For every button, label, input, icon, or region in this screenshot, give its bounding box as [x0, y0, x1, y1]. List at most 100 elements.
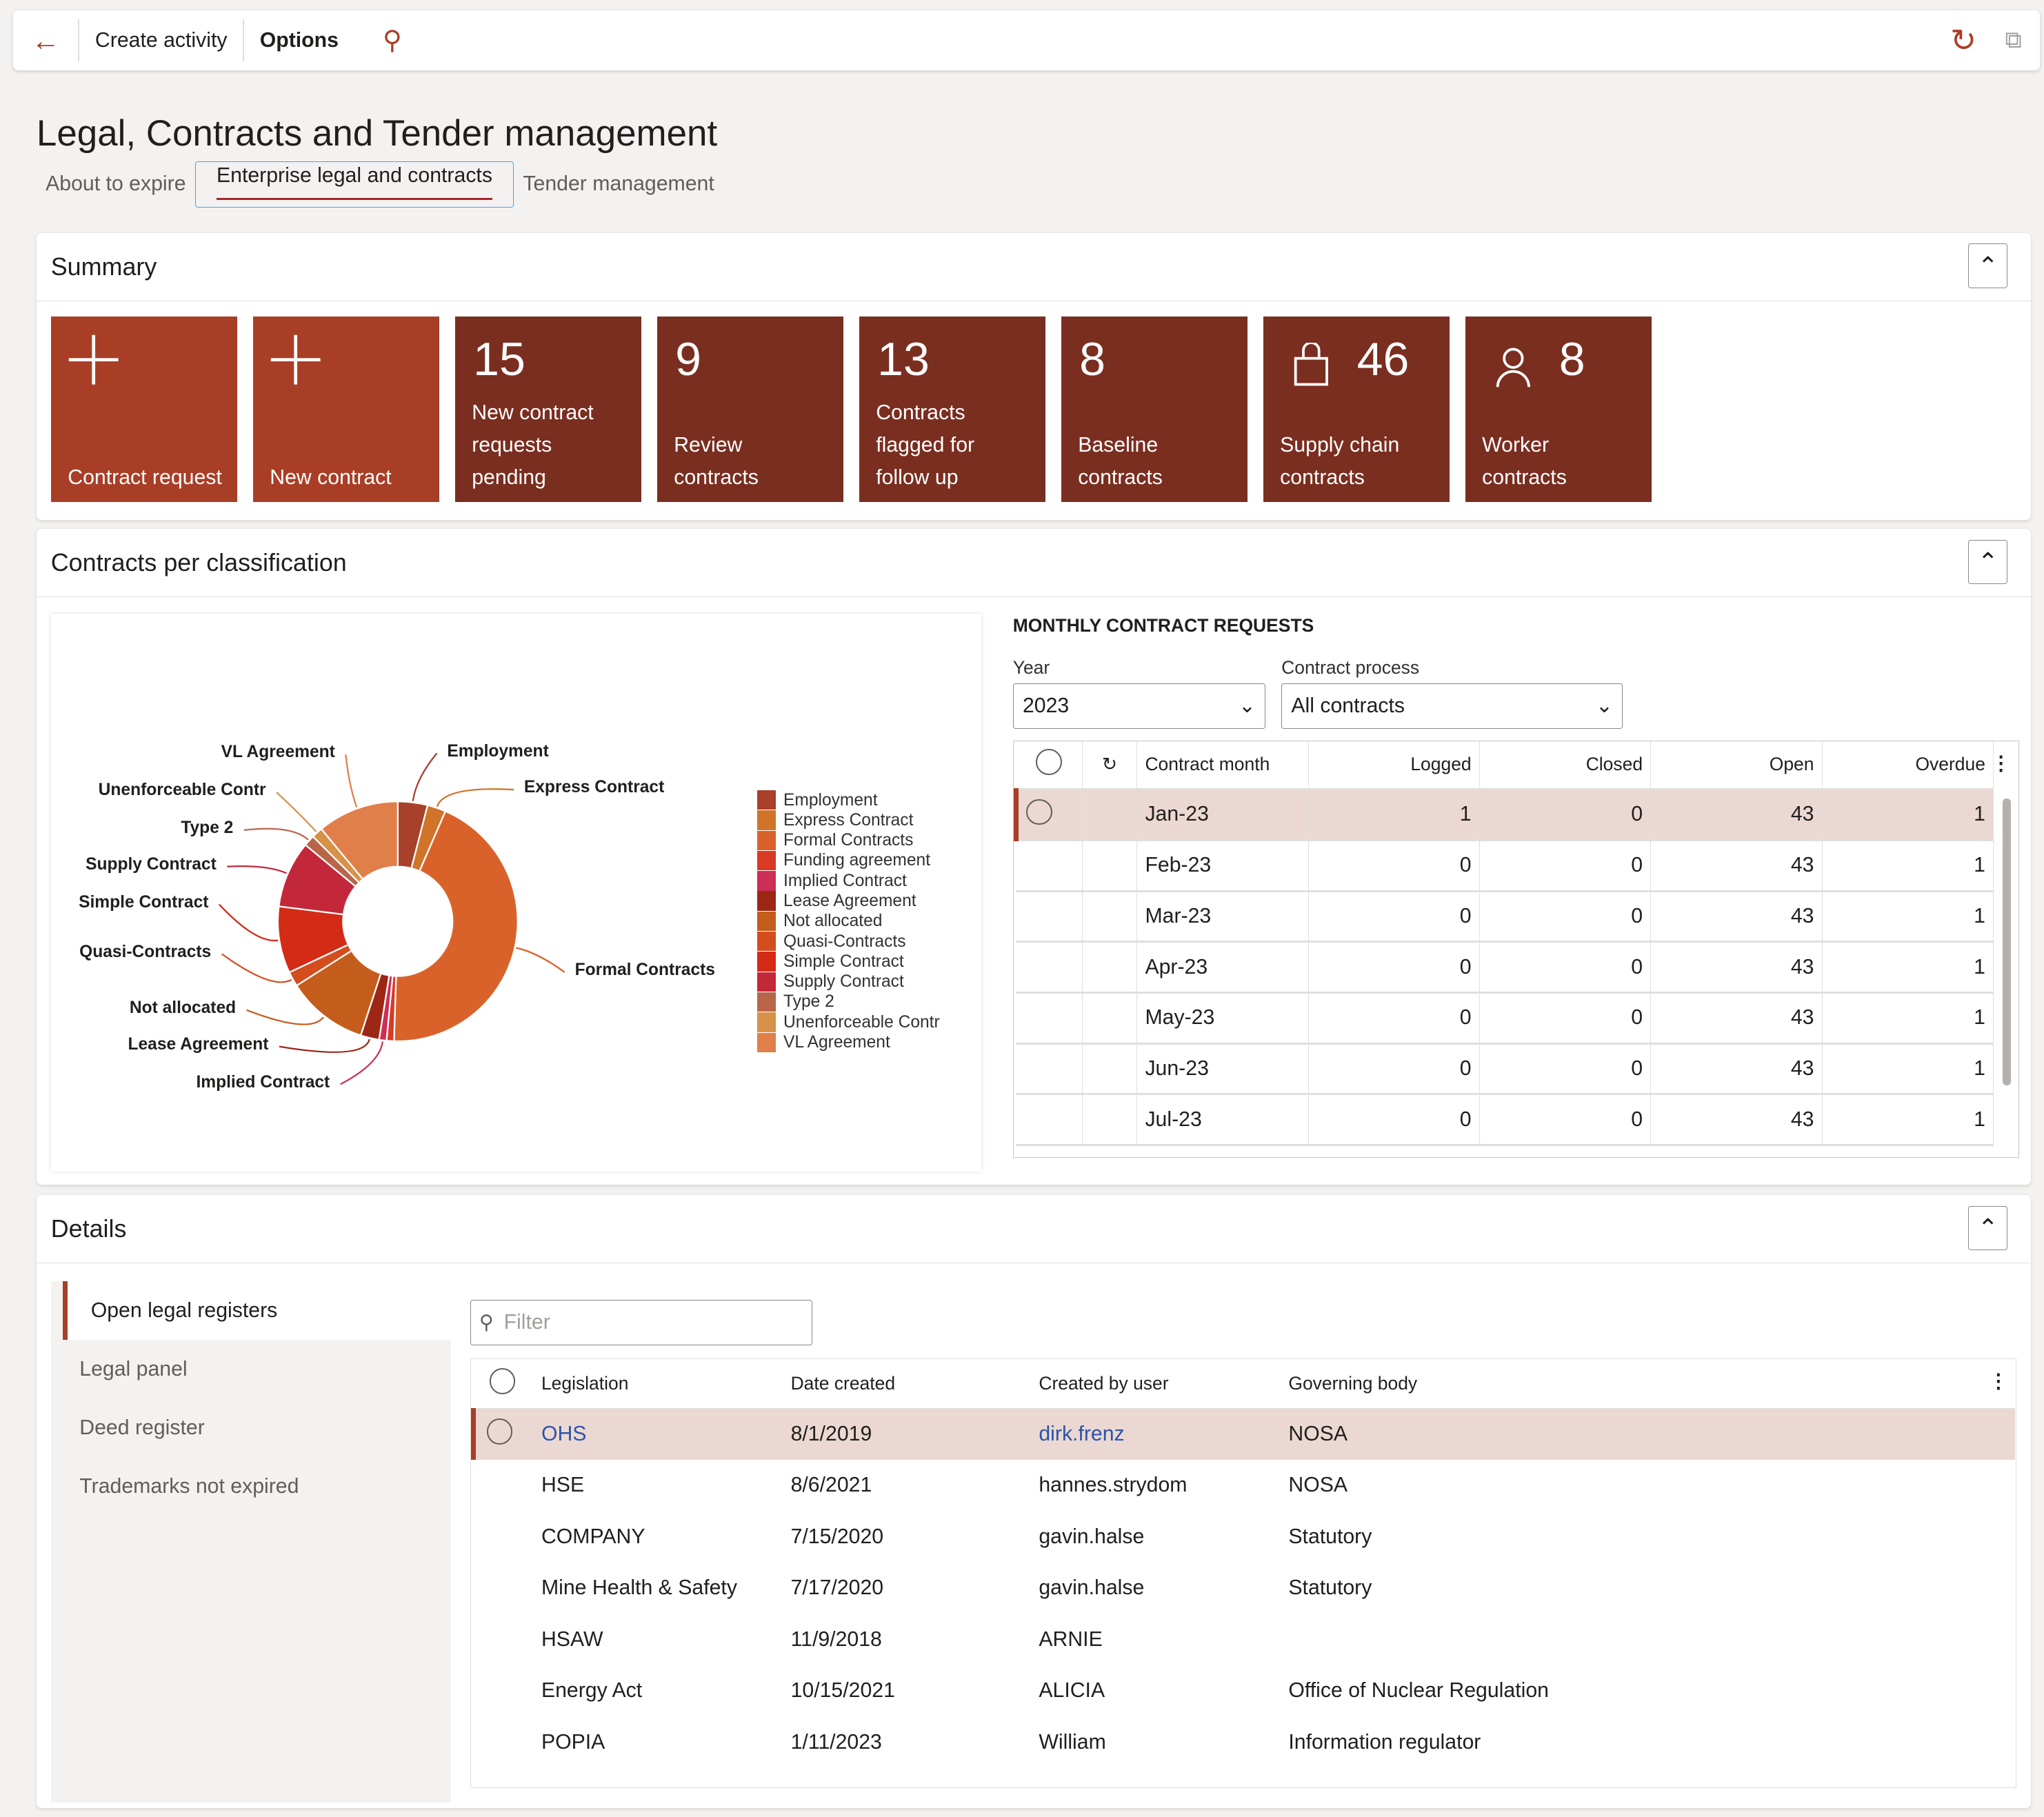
table-row[interactable]: Jul-23 0 0 43 1 — [1016, 1094, 1994, 1147]
column-header[interactable]: Governing body — [1288, 1358, 2015, 1409]
legend-item[interactable]: Employment — [757, 790, 939, 810]
contract-process-select[interactable]: All contracts ⌄ — [1281, 683, 1623, 729]
tile-contract-request[interactable]: Contract request — [50, 317, 238, 502]
open-in-new-window-icon[interactable]: ⧉ — [2005, 27, 2022, 54]
table-row[interactable]: May-23 0 0 43 1 — [1016, 992, 1994, 1045]
collapse-classification-button[interactable]: ⌃ — [1968, 539, 2008, 584]
nav-deed-register[interactable]: Deed register — [51, 1398, 451, 1457]
table-row[interactable]: HSAW 11/9/2018 ARNIE — [474, 1614, 2015, 1665]
legend-item[interactable]: Type 2 — [757, 992, 939, 1012]
cell[interactable]: dirk.frenz — [1039, 1408, 1289, 1460]
table-row[interactable]: Jun-23 0 0 43 1 — [1016, 1043, 1994, 1096]
tile-new-contract[interactable]: New contract — [252, 317, 439, 502]
slice-label: Not allocated — [129, 998, 237, 1017]
legend-item[interactable]: VL Agreement — [757, 1032, 939, 1052]
grid-scrollbar[interactable] — [2003, 798, 2011, 1085]
tile-baseline-contracts[interactable]: 8 Baseline contracts — [1061, 317, 1248, 502]
select-all-radio[interactable] — [1016, 741, 1083, 791]
create-activity-button[interactable]: Create activity — [79, 29, 243, 52]
row-select-radio[interactable] — [1016, 840, 1083, 892]
tile-supply-chain-contracts[interactable]: 46 Supply chain contracts — [1263, 317, 1450, 502]
row-select-radio[interactable] — [474, 1614, 541, 1665]
back-arrow-icon[interactable]: ← — [13, 24, 78, 57]
table-row[interactable]: POPIA 1/11/2023 William Information regulat… — [474, 1716, 2015, 1767]
refresh-icon[interactable]: ↻ — [1950, 22, 1976, 59]
column-header[interactable]: Open — [1650, 741, 1823, 791]
tab-enterprise-legal[interactable]: Enterprise legal and contracts — [194, 161, 514, 208]
select-all-radio[interactable] — [473, 1358, 541, 1409]
table-row[interactable]: Mine Health & Safety 7/17/2020 gavin.halse… — [474, 1563, 2015, 1614]
table-row[interactable]: OHS 8/1/2019 dirk.frenz NOSA — [471, 1408, 2015, 1460]
cell: COMPANY — [541, 1525, 645, 1548]
legend-item[interactable]: Supply Contract — [757, 972, 939, 992]
table-row[interactable]: Energy Act 10/15/2021 ALICIA Office of Nucl… — [474, 1665, 2015, 1716]
row-select-radio[interactable] — [1013, 789, 1083, 841]
collapse-summary-button[interactable]: ⌃ — [1968, 243, 2008, 288]
table-row[interactable]: Jan-23 1 0 43 1 — [1013, 789, 1994, 841]
details-title: Details — [50, 1214, 127, 1243]
cell: 43 — [1650, 1043, 1823, 1096]
cell: 0 — [1479, 941, 1652, 994]
nav-legal-panel[interactable]: Legal panel — [51, 1340, 451, 1398]
column-header[interactable]: Legislation — [541, 1358, 791, 1409]
cell: 0 — [1479, 840, 1652, 892]
summary-title: Summary — [50, 252, 157, 281]
collapse-details-button[interactable]: ⌃ — [1968, 1205, 2008, 1250]
cell: Mine Health & Safety — [541, 1576, 737, 1600]
legend-item[interactable]: Quasi-Contracts — [757, 932, 939, 952]
column-header[interactable]: Overdue — [1822, 741, 1994, 791]
year-select[interactable]: 2023 ⌄ — [1012, 683, 1266, 729]
legend-item[interactable]: Unenforceable Contr — [757, 1012, 940, 1032]
row-select-radio[interactable] — [474, 1563, 541, 1614]
row-select-radio[interactable] — [474, 1460, 541, 1511]
column-header[interactable]: Created by user — [1039, 1358, 1289, 1409]
tile-contracts-flagged-for-follow-up[interactable]: 13 Contracts flagged for follow up — [859, 317, 1045, 502]
table-row[interactable]: Mar-23 0 0 43 1 — [1016, 891, 1994, 943]
table-row[interactable]: COMPANY 7/15/2020 gavin.halse Statutory — [474, 1511, 2015, 1562]
more-options-icon[interactable]: ⋮ — [1989, 1369, 2008, 1393]
row-select-radio[interactable] — [1016, 941, 1083, 994]
legend-item[interactable]: Lease Agreement — [757, 891, 939, 911]
slice-label: Unenforceable Contr — [98, 781, 266, 800]
cell: 43 — [1650, 992, 1823, 1045]
filter-input[interactable]: ⚲ Filter — [470, 1299, 812, 1345]
row-spacer — [1082, 992, 1138, 1045]
row-select-radio[interactable] — [474, 1511, 541, 1562]
column-header[interactable]: Logged — [1308, 741, 1480, 791]
tab-about-to-expire[interactable]: About to expire — [37, 161, 195, 207]
legend-item[interactable]: Not allocated — [757, 911, 939, 932]
legend-item[interactable]: Simple Contract — [757, 952, 939, 972]
column-header[interactable]: Closed — [1479, 741, 1652, 791]
cell: 0 — [1308, 1043, 1480, 1096]
table-row[interactable]: HSE 8/6/2021 hannes.strydom NOSA — [474, 1460, 2015, 1511]
tile-worker-contracts[interactable]: 8 Worker contracts — [1465, 317, 1652, 502]
tab-tender-management[interactable]: Tender management — [514, 161, 723, 207]
refresh-icon[interactable]: ↻ — [1082, 741, 1138, 791]
nav-open-legal-registers[interactable]: Open legal registers — [62, 1281, 452, 1341]
search-icon[interactable]: ⚲ — [383, 25, 402, 56]
legend-item[interactable]: Formal Contracts — [757, 830, 939, 850]
row-select-radio[interactable] — [474, 1665, 541, 1716]
more-options-icon[interactable]: ⋮ — [1991, 752, 2010, 775]
row-select-radio[interactable] — [1016, 1094, 1083, 1147]
row-select-radio[interactable] — [474, 1716, 541, 1767]
cell: gavin.halse — [1039, 1525, 1145, 1548]
legend-item[interactable]: Implied Contract — [757, 871, 939, 891]
options-button[interactable]: Options — [244, 29, 354, 52]
table-row[interactable]: Apr-23 0 0 43 1 — [1016, 941, 1994, 994]
column-header[interactable]: Date created — [790, 1358, 1039, 1409]
cell[interactable]: OHS — [541, 1408, 791, 1460]
row-select-radio[interactable] — [1016, 992, 1083, 1045]
row-select-radio[interactable] — [1016, 891, 1083, 943]
row-select-radio[interactable] — [1016, 1043, 1083, 1096]
row-select-radio[interactable] — [471, 1408, 541, 1460]
nav-trademarks-not-expired[interactable]: Trademarks not expired — [51, 1457, 451, 1516]
legend-swatch — [757, 1032, 776, 1052]
legend-item[interactable]: Funding agreement — [757, 850, 939, 871]
table-row[interactable]: Feb-23 0 0 43 1 — [1016, 840, 1994, 892]
tab-bar: About to expire Enterprise legal and con… — [37, 161, 723, 208]
tile-new-contract-requests-pending[interactable]: 15 New contract requests pending — [454, 317, 641, 502]
tile-review-contracts[interactable]: 9 Review contracts — [657, 317, 843, 502]
legend-item[interactable]: Express Contract — [757, 810, 939, 830]
column-header[interactable]: Contract month — [1136, 741, 1309, 791]
